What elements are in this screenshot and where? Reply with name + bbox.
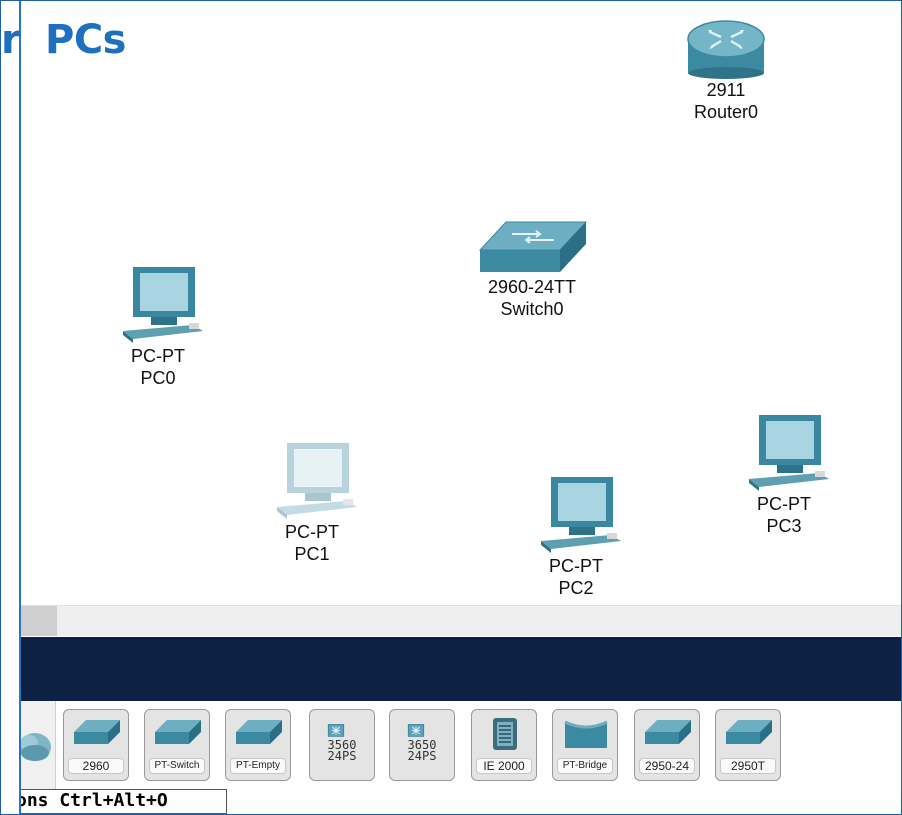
router0-device[interactable]: 2911 Router0: [669, 15, 783, 123]
switch-icon: [155, 720, 201, 744]
slide-title-main: PCs: [45, 17, 126, 63]
switch0-device[interactable]: 2960-24TT Switch0: [457, 218, 607, 320]
palette-item-label: IE 2000: [476, 758, 532, 774]
pc0-name-label: PC0: [140, 368, 176, 388]
left-edge-strip: [1, 1, 21, 814]
pc1-model-label: PC-PT: [285, 522, 339, 542]
pc2-device[interactable]: PC-PT PC2: [521, 475, 631, 599]
pc2-name-label: PC2: [558, 578, 594, 598]
pc3-device[interactable]: PC-PT PC3: [729, 413, 839, 537]
canvas-frame: 2911 Router0 2960-24TT Switch0 PC-PT PC0…: [0, 0, 902, 815]
logical-workspace[interactable]: 2911 Router0 2960-24TT Switch0 PC-PT PC0…: [21, 1, 901, 605]
switch-icon: [645, 720, 691, 744]
palette-item-label: PT-Empty: [230, 758, 286, 774]
device-type-bar: [19, 637, 901, 701]
palette-category-panel[interactable]: [19, 701, 56, 791]
cloud-icon[interactable]: [21, 729, 51, 765]
pc2-model-label: PC-PT: [549, 556, 603, 576]
switch-icon: [726, 720, 772, 744]
palette-item-ie-2000[interactable]: IE 2000: [471, 709, 537, 781]
pc-icon: [277, 443, 357, 519]
palette-item-2950-24[interactable]: 2950-24: [634, 709, 700, 781]
palette-item-3650-24ps[interactable]: 3650 24PS: [389, 709, 455, 781]
pc-icon: [123, 267, 203, 343]
switch-icon: [236, 720, 282, 744]
switch-icon: [478, 221, 588, 272]
palette-item-label: 3650 24PS: [390, 739, 454, 763]
pc3-model-label: PC-PT: [757, 494, 811, 514]
industrial-switch-icon: [493, 718, 517, 750]
pc3-name-label: PC3: [766, 516, 802, 536]
router-icon: [687, 20, 765, 79]
palette-item-label: PT-Switch: [149, 758, 205, 774]
shortcut-tooltip: ons Ctrl+Alt+O: [1, 789, 227, 814]
switch-icon: [74, 720, 120, 744]
router0-model-label: 2911: [706, 80, 746, 100]
switch0-name-label: Switch0: [500, 299, 564, 319]
palette-item-label: 2960: [68, 758, 124, 774]
palette-item-2960[interactable]: 2960: [63, 709, 129, 781]
pc-icon: [541, 477, 621, 553]
palette-item-3560-24ps[interactable]: 3560 24PS: [309, 709, 375, 781]
pc1-name-label: PC1: [294, 544, 330, 564]
slide-title-fragment: r: [1, 17, 21, 63]
horizontal-scrollbar[interactable]: [19, 605, 901, 636]
palette-item-pt-bridge[interactable]: PT-Bridge: [552, 709, 618, 781]
pc1-device[interactable]: PC-PT PC1: [257, 441, 367, 565]
palette-item-pt-empty[interactable]: PT-Empty: [225, 709, 291, 781]
slide-title: r PCs: [1, 17, 126, 63]
palette-item-sub: 24PS: [407, 749, 437, 763]
pc0-model-label: PC-PT: [131, 346, 185, 366]
palette-item-2950t[interactable]: 2950T: [715, 709, 781, 781]
palette-item-label: 2950-24: [639, 758, 695, 774]
palette-item-label: 2950T: [720, 758, 776, 774]
router0-name-label: Router0: [693, 102, 759, 122]
palette-item-sub: 24PS: [327, 749, 357, 763]
pc-icon: [749, 415, 829, 491]
pc0-device[interactable]: PC-PT PC0: [103, 265, 213, 389]
palette-item-pt-switch[interactable]: PT-Switch: [144, 709, 210, 781]
switch0-model-label: 2960-24TT: [487, 277, 577, 297]
palette-item-label: PT-Bridge: [557, 758, 613, 774]
scrollbar-thumb[interactable]: [19, 606, 57, 636]
palette-item-label: 3560 24PS: [310, 739, 374, 763]
bridge-icon: [564, 720, 608, 748]
